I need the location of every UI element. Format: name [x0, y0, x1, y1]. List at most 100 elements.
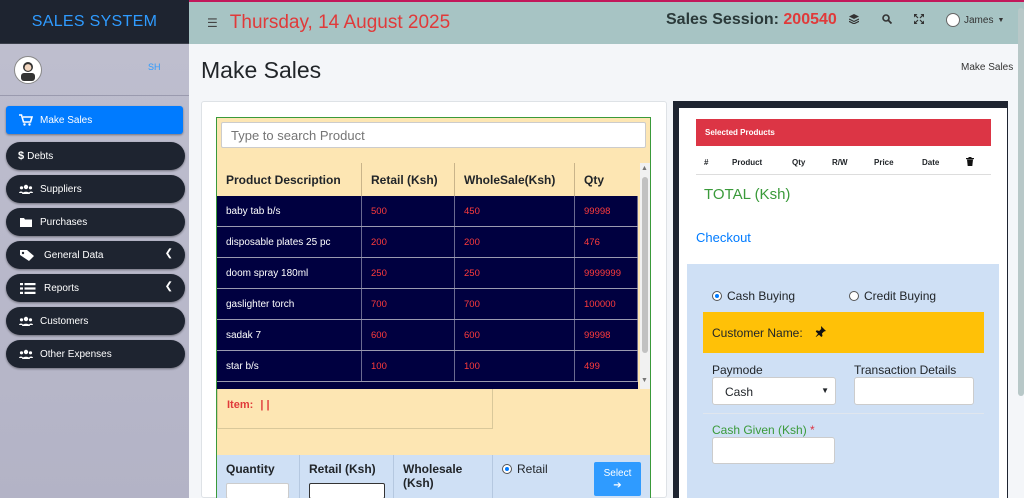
cash-given-input[interactable]: [712, 437, 835, 464]
scroll-up-icon[interactable]: ▲: [641, 165, 648, 172]
sidebar-item-make-sales[interactable]: Make Sales: [6, 106, 183, 134]
sidebar-item-purchases[interactable]: Purchases: [6, 208, 185, 236]
chevron-left-icon: ❮: [164, 281, 173, 292]
quantity: 9999999: [575, 258, 638, 288]
column-header: Date: [922, 157, 940, 167]
sidebar-item-customers[interactable]: Customers: [6, 307, 185, 335]
wholesale-price: 250: [455, 258, 575, 288]
column-header: Price: [874, 157, 894, 167]
price-type-group: Retail: [493, 455, 583, 498]
column-header: Product: [732, 157, 763, 167]
credit-buying-option[interactable]: Credit Buying: [849, 289, 936, 303]
scroll-down-icon[interactable]: ▼: [641, 377, 648, 384]
scrollbar-thumb[interactable]: [1018, 8, 1024, 396]
cash-given-label-group: Cash Given (Ksh) *: [712, 423, 815, 437]
fullscreen-icon[interactable]: [914, 14, 924, 27]
product-description: gaslighter torch: [217, 289, 362, 319]
table-row[interactable]: disposable plates 25 pc 200 200 476: [217, 227, 638, 258]
product-description: sadak 7: [217, 320, 362, 350]
session-label: Sales Session:: [666, 11, 779, 28]
item-value: | |: [260, 399, 270, 411]
cash-given-label: Cash Given (Ksh): [712, 423, 807, 437]
arrow-right-icon: ➔: [613, 480, 622, 491]
selected-products-columns: # Product Qty R/W Price Date: [696, 150, 991, 175]
thumbtack-icon[interactable]: [815, 325, 826, 340]
breadcrumb[interactable]: Make Sales: [961, 62, 1013, 73]
list-icon: [18, 282, 38, 294]
page-scrollbar[interactable]: [1018, 8, 1024, 396]
selected-item-display: Item: | |: [217, 389, 493, 429]
quantity-field-group: Quantity: [217, 455, 300, 498]
table-row[interactable]: doom spray 180ml 250 250 9999999: [217, 258, 638, 289]
retail-price: 100: [362, 351, 455, 381]
quantity-label: Quantity: [226, 462, 275, 476]
product-table-scrollbar[interactable]: ▲ ▼: [640, 163, 650, 389]
sidebar-item-general-data[interactable]: General Data ❮: [6, 241, 185, 269]
hamburger-menu-icon[interactable]: ☰: [207, 16, 218, 30]
transaction-details-label: Transaction Details: [854, 363, 957, 377]
sidebar-item-label: General Data: [44, 249, 104, 261]
users-icon: [18, 349, 34, 359]
retail-field-group: Retail (Ksh): [300, 455, 394, 498]
product-description: doom spray 180ml: [217, 258, 362, 288]
current-date: Thursday, 14 August 2025: [229, 12, 451, 33]
cash-buying-option[interactable]: Cash Buying: [712, 289, 795, 303]
checkout-link[interactable]: Checkout: [696, 230, 751, 245]
user-panel: SH: [0, 44, 189, 96]
column-header: Product Description: [217, 163, 362, 196]
sales-session: Sales Session: 200540: [666, 11, 837, 29]
column-header: Retail (Ksh): [362, 163, 455, 196]
column-header: Qty: [792, 157, 806, 167]
sidebar-item-label: Reports: [44, 282, 80, 294]
top-navbar: ☰ Thursday, 14 August 2025 Sales Session…: [189, 0, 1024, 44]
table-row[interactable]: star b/s 100 100 499: [217, 351, 638, 382]
wholesale-price: 100: [455, 351, 575, 381]
sidebar-item-other-expenses[interactable]: Other Expenses: [6, 340, 185, 368]
retail-option-label: Retail: [517, 462, 548, 476]
user-avatar-icon: [21, 61, 35, 81]
table-row[interactable]: baby tab b/s 500 450 99998: [217, 196, 638, 227]
paymode-label: Paymode: [712, 363, 763, 377]
product-table-header: Product Description Retail (Ksh) WholeSa…: [217, 163, 638, 196]
chevron-down-icon: ▼: [821, 386, 829, 395]
retail-price: 500: [362, 196, 455, 226]
retail-price: 700: [362, 289, 455, 319]
product-search-input[interactable]: [221, 122, 646, 148]
wholesale-label: Wholesale (Ksh): [403, 462, 463, 490]
table-row[interactable]: sadak 7 600 600 99998: [217, 320, 638, 351]
select-button[interactable]: Select ➔: [594, 462, 641, 496]
retail-price: 600: [362, 320, 455, 350]
user-initials[interactable]: SH: [148, 62, 161, 72]
table-row[interactable]: gaslighter torch 700 700 100000: [217, 289, 638, 320]
sidebar-item-label: Debts: [27, 150, 54, 162]
trash-icon[interactable]: [966, 156, 974, 168]
user-menu[interactable]: James ▼: [946, 13, 1004, 27]
avatar[interactable]: [14, 55, 42, 84]
sidebar-item-label: Suppliers: [40, 183, 82, 195]
retail-price: 250: [362, 258, 455, 288]
layers-icon[interactable]: [848, 14, 860, 27]
cart-icon: [18, 114, 34, 126]
retail-radio[interactable]: [502, 464, 512, 474]
selected-products-header: Selected Products: [696, 119, 991, 146]
sidebar-item-suppliers[interactable]: Suppliers: [6, 175, 185, 203]
quantity: 476: [575, 227, 638, 257]
sidebar-item-reports[interactable]: Reports ❮: [6, 274, 185, 302]
brand-logo[interactable]: SALES SYSTEM: [0, 0, 189, 44]
scrollbar-thumb[interactable]: [642, 177, 648, 353]
wholesale-price: 600: [455, 320, 575, 350]
transaction-details-input[interactable]: [854, 377, 974, 405]
sidebar-item-debts[interactable]: $ Debts: [6, 142, 185, 170]
users-icon: [18, 316, 34, 326]
column-header: R/W: [832, 157, 848, 167]
caret-down-icon: ▼: [997, 16, 1005, 24]
credit-buying-radio[interactable]: [849, 291, 859, 301]
retail-input[interactable]: [309, 483, 385, 498]
column-header: #: [704, 157, 709, 167]
paymode-select[interactable]: Cash ▼: [712, 377, 836, 405]
cash-buying-radio[interactable]: [712, 291, 722, 301]
search-icon[interactable]: [882, 14, 893, 27]
user-name: James: [964, 14, 994, 26]
quantity-input[interactable]: [226, 483, 289, 498]
sidebar: SALES SYSTEM SH Make Sales $ Debts Suppl…: [0, 0, 189, 498]
